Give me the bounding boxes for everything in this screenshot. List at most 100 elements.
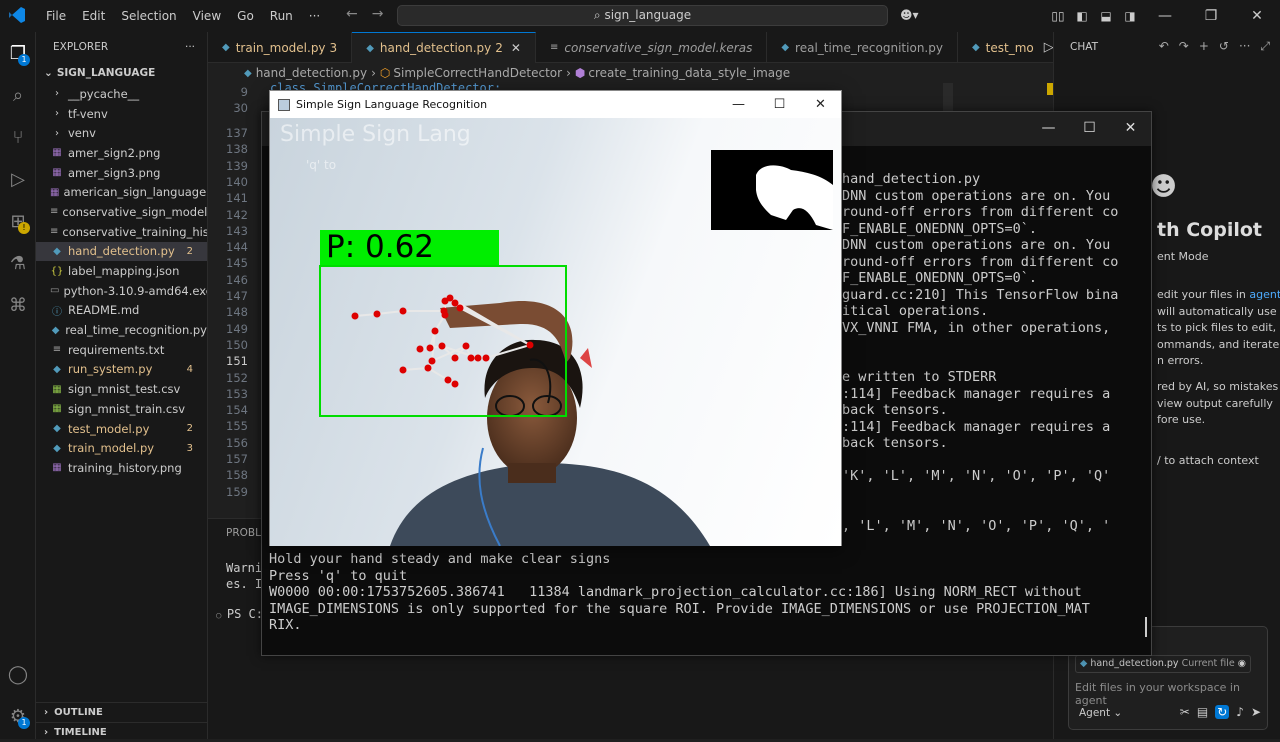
workspace-folder[interactable]: ⌄ SIGN_LANGUAGE: [36, 62, 207, 84]
terminal-scrollbar[interactable]: [1145, 617, 1147, 637]
line-number: 142: [226, 207, 248, 222]
line-number: 154: [226, 403, 248, 418]
new-chat-icon[interactable]: +: [1199, 39, 1209, 54]
file-item[interactable]: › tf-venv: [36, 104, 207, 124]
activity-bar: ❐ 1 ⌕ ⑂ ▷ ⊞! ⚗ ⌘ ◯ ⚙ 1: [0, 32, 36, 739]
account-icon[interactable]: ◯: [0, 653, 36, 695]
chat-input-placeholder: Edit files in your workspace in agent: [1075, 681, 1240, 707]
toggle-secondary-sidebar-icon[interactable]: ◨: [1118, 9, 1142, 23]
line-number: 159: [226, 484, 248, 499]
explorer-more-icon[interactable]: ···: [185, 41, 195, 53]
settings-gear-icon[interactable]: ⚙ 1: [0, 695, 36, 737]
outline-section[interactable]: › OUTLINE: [36, 702, 208, 722]
menu-go[interactable]: Go: [229, 9, 262, 23]
breadcrumb-method[interactable]: create_training_data_style_image: [588, 66, 790, 80]
opencv-maximize-icon[interactable]: ☐: [759, 91, 800, 118]
undo-icon[interactable]: ↶: [1159, 39, 1169, 54]
tab-real-time-recognition[interactable]: ◆ real_time_recognition.py: [767, 32, 958, 63]
file-item[interactable]: {} label_mapping.json: [36, 261, 207, 281]
md-file-icon: ⓘ: [52, 306, 62, 318]
file-item[interactable]: ◆ hand_detection.py 2: [36, 241, 207, 262]
testing-icon[interactable]: ⚗: [0, 242, 36, 284]
file-item[interactable]: ≡ requirements.txt: [36, 340, 207, 360]
extensions-icon[interactable]: ⊞!: [0, 200, 36, 242]
run-debug-icon[interactable]: ▷: [0, 158, 36, 200]
file-item-label: requirements.txt: [68, 342, 165, 357]
toggle-sidebar-icon[interactable]: ◧: [1070, 9, 1094, 23]
history-icon[interactable]: ↺: [1219, 39, 1229, 54]
file-item[interactable]: › venv: [36, 123, 207, 143]
source-control-icon[interactable]: ⑂: [0, 116, 36, 158]
file-item[interactable]: ▦ sign_mnist_test.csv: [36, 379, 207, 399]
send-icon[interactable]: ➤: [1251, 705, 1261, 719]
file-item[interactable]: ◆ real_time_recognition.py: [36, 320, 207, 340]
landmark-point: [446, 294, 454, 302]
timeline-section[interactable]: › TIMELINE: [36, 722, 208, 742]
line-number: 9: [240, 85, 248, 99]
file-item[interactable]: ≡conservative_training_hist...: [36, 222, 207, 242]
file-item[interactable]: ▦ sign_mnist_train.csv: [36, 399, 207, 419]
tab-problem-count: 3: [329, 40, 338, 55]
problem-count: 4: [186, 363, 193, 375]
breadcrumb-class[interactable]: SimpleCorrectHandDetector: [393, 66, 562, 80]
terminal-maximize-icon[interactable]: ☐: [1069, 112, 1110, 146]
python-file-icon: ◆: [244, 67, 252, 79]
tools-icon[interactable]: ✂: [1180, 705, 1190, 719]
microphone-icon[interactable]: ♪: [1236, 705, 1244, 719]
menu-run[interactable]: Run: [262, 9, 301, 23]
file-item[interactable]: ▭ python-3.10.9-amd64.exe: [36, 281, 207, 301]
back-arrow-icon[interactable]: ←: [346, 6, 358, 22]
file-item[interactable]: ◆ train_model.py 3: [36, 438, 207, 458]
breadcrumb-file[interactable]: hand_detection.py: [256, 66, 367, 80]
command-center-search[interactable]: ⌕ sign_language: [397, 5, 888, 26]
file-item[interactable]: ▦ american_sign_language....: [36, 182, 207, 202]
problem-count: 3: [186, 442, 193, 454]
eye-icon[interactable]: ◉: [1238, 658, 1246, 669]
tab-conservative-model[interactable]: ≡ conservative_sign_model.keras: [536, 32, 768, 63]
maximize-icon[interactable]: ⤢: [1260, 39, 1270, 54]
toolset-icon[interactable]: ▤: [1197, 705, 1208, 719]
terminal-close-icon[interactable]: ✕: [1110, 112, 1151, 146]
agent-mode-dropdown[interactable]: Agent: [1079, 707, 1110, 719]
forward-arrow-icon[interactable]: →: [372, 6, 384, 22]
file-item[interactable]: ≡ conservative_sign_model....: [36, 202, 207, 222]
search-view-icon[interactable]: ⌕: [0, 74, 36, 116]
py-file-icon: ◆: [51, 324, 60, 336]
close-icon[interactable]: ✕: [1234, 8, 1280, 24]
file-item[interactable]: ◆ test_model.py 2: [36, 419, 207, 439]
current-file-chip[interactable]: ◆ hand_detection.py Current file ◉: [1075, 655, 1252, 673]
terminal-minimize-icon[interactable]: —: [1028, 112, 1069, 146]
tab-test-model[interactable]: ◆ test_mo: [958, 32, 1038, 63]
chat-more-icon[interactable]: ···: [1239, 39, 1250, 54]
copilot-icon[interactable]: ☻▾: [900, 8, 919, 22]
menu-edit[interactable]: Edit: [74, 9, 113, 23]
tab-close-icon[interactable]: ✕: [511, 41, 521, 55]
tab-train-model[interactable]: ◆ train_model.py 3: [208, 32, 353, 63]
landmark-connector: [485, 344, 531, 359]
landmark-point: [373, 310, 381, 318]
explorer-title: EXPLORER: [53, 41, 109, 53]
opencv-close-icon[interactable]: ✕: [800, 91, 841, 118]
menu-more[interactable]: ···: [301, 9, 328, 23]
file-item[interactable]: › __pycache__: [36, 84, 207, 104]
file-item[interactable]: ⓘ README.md: [36, 301, 207, 321]
opencv-minimize-icon[interactable]: —: [718, 91, 759, 118]
file-item-label: test_model.py: [68, 421, 150, 436]
menu-view[interactable]: View: [185, 9, 229, 23]
file-item[interactable]: ▦ amer_sign3.png: [36, 163, 207, 183]
menu-file[interactable]: File: [38, 9, 74, 23]
menu-selection[interactable]: Selection: [113, 9, 184, 23]
file-item[interactable]: ◆ run_system.py 4: [36, 360, 207, 380]
landmark-point: [416, 345, 424, 353]
auto-approve-icon[interactable]: ↻: [1215, 705, 1230, 719]
restore-icon[interactable]: ❐: [1188, 8, 1234, 24]
tab-hand-detection[interactable]: ◆ hand_detection.py 2 ✕: [352, 32, 536, 63]
explorer-icon[interactable]: ❐ 1: [0, 32, 36, 74]
file-item[interactable]: ▦ training_history.png: [36, 458, 207, 478]
file-item[interactable]: ▦ amer_sign2.png: [36, 143, 207, 163]
python-icon[interactable]: ⌘: [0, 284, 36, 326]
redo-icon[interactable]: ↷: [1179, 39, 1189, 54]
toggle-panel-icon[interactable]: ⬓: [1094, 9, 1118, 23]
customize-layout-icon[interactable]: ▯▯: [1046, 9, 1070, 23]
minimize-icon[interactable]: —: [1142, 8, 1188, 24]
